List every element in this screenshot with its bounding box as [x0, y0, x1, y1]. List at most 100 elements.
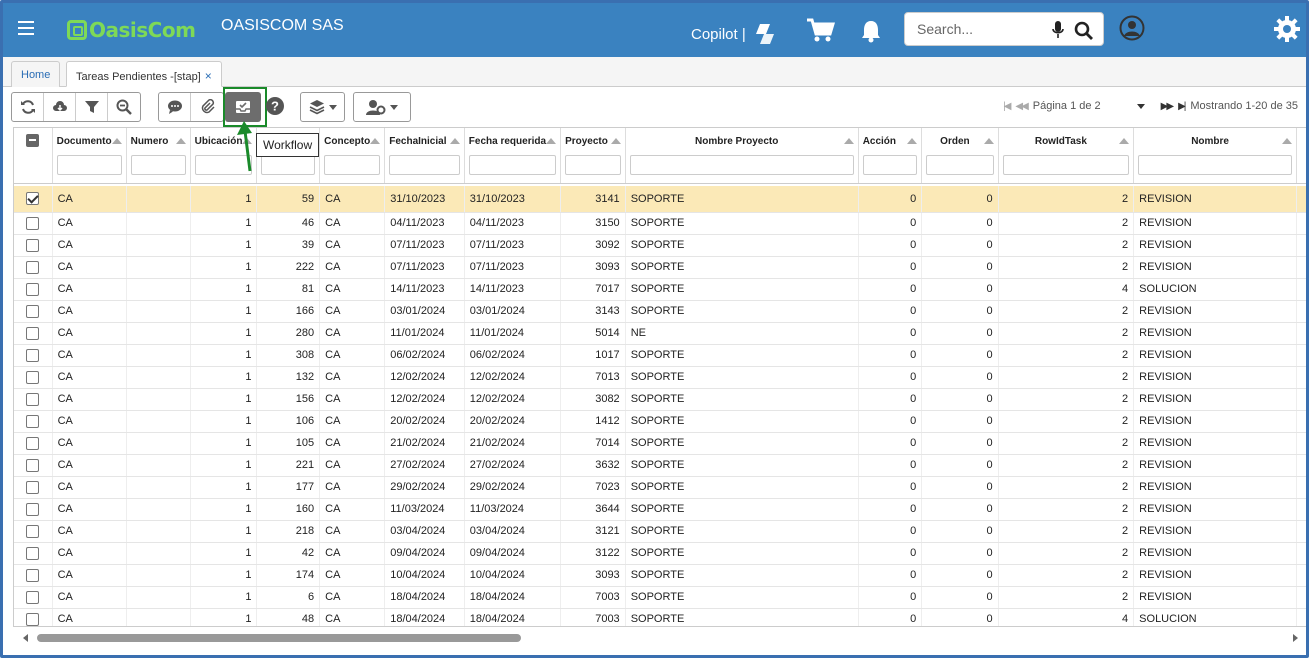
row-select-cell[interactable] [14, 186, 53, 213]
table-row[interactable]: CA 1 46 CA 04/11/2023 04/11/2023 3150 SOPORTE 0 0… [14, 212, 1306, 235]
column-filter-input[interactable] [629, 155, 854, 175]
row-select-cell[interactable] [14, 212, 53, 235]
column-header[interactable]: Documento [52, 128, 127, 184]
table-row[interactable]: CA 1 106 CA 20/02/2024 20/02/2024 1412 SOPORTE 0… [14, 410, 1306, 433]
row-checkbox[interactable] [26, 304, 40, 318]
tab-close-icon[interactable]: × [205, 69, 212, 83]
sort-icon[interactable] [546, 138, 557, 144]
row-checkbox[interactable] [26, 192, 40, 206]
select-all-header[interactable] [14, 128, 53, 184]
scroll-left-icon[interactable] [23, 634, 28, 642]
column-header[interactable]: Proyecto [560, 128, 626, 184]
row-select-cell[interactable] [14, 476, 53, 499]
table-row[interactable]: CA 1 280 CA 11/01/2024 11/01/2024 5014 NE 0 0 2 REV… [14, 322, 1306, 345]
table-row[interactable]: CA 1 221 CA 27/02/2024 27/02/2024 3632 SOPORTE 0… [14, 454, 1306, 477]
sort-icon[interactable] [370, 138, 381, 144]
row-select-cell[interactable] [14, 388, 53, 411]
settings-gear-icon[interactable] [1273, 15, 1301, 43]
column-header[interactable]: Concepto [319, 128, 386, 184]
row-checkbox[interactable] [26, 568, 40, 582]
horizontal-scrollbar[interactable] [13, 629, 1303, 647]
table-row[interactable]: CA 1 59 CA 31/10/2023 31/10/2023 3141 SOPORTE 0 0… [14, 186, 1306, 213]
column-filter-input[interactable] [862, 155, 918, 175]
row-checkbox[interactable] [26, 414, 40, 428]
search-icon[interactable] [1074, 21, 1094, 41]
column-filter-input[interactable] [324, 155, 381, 175]
row-select-cell[interactable] [14, 586, 53, 609]
sort-icon[interactable] [111, 138, 122, 144]
select-all-checkbox[interactable] [26, 134, 40, 147]
column-filter-input[interactable] [468, 155, 557, 175]
row-select-cell[interactable] [14, 498, 53, 521]
search-input[interactable] [917, 21, 1047, 37]
row-checkbox[interactable] [26, 238, 40, 252]
row-select-cell[interactable] [14, 366, 53, 389]
row-checkbox[interactable] [26, 392, 40, 406]
menu-icon[interactable] [18, 21, 34, 35]
column-header[interactable]: FechaInicial [384, 128, 465, 184]
column-header[interactable]: Orden [921, 128, 999, 184]
tab-home[interactable]: Home [11, 61, 61, 87]
scroll-right-icon[interactable] [1293, 634, 1298, 642]
row-checkbox[interactable] [26, 348, 40, 362]
row-select-cell[interactable] [14, 256, 53, 279]
table-row[interactable]: CA 1 156 CA 12/02/2024 12/02/2024 3082 SOPORTE 0… [14, 388, 1306, 411]
column-header[interactable]: RowIdTask [998, 128, 1135, 184]
table-row[interactable]: CA 1 81 CA 14/11/2023 14/11/2023 7017 SOPORTE 0 0… [14, 278, 1306, 301]
column-filter-input[interactable] [565, 155, 621, 175]
row-select-cell[interactable] [14, 322, 53, 345]
row-select-cell[interactable] [14, 432, 53, 455]
zoom-out-button[interactable] [108, 93, 140, 121]
column-header[interactable]: Acción [858, 128, 923, 184]
table-row[interactable]: CA 1 222 CA 07/11/2023 07/11/2023 3093 SOPORTE 0… [14, 256, 1306, 279]
column-filter-input[interactable] [56, 155, 122, 175]
table-row[interactable]: CA 1 39 CA 07/11/2023 07/11/2023 3092 SOPORTE 0 0… [14, 234, 1306, 257]
row-checkbox[interactable] [26, 436, 40, 450]
download-button[interactable] [44, 93, 76, 121]
row-checkbox[interactable] [26, 546, 40, 560]
row-select-cell[interactable] [14, 564, 53, 587]
table-row[interactable]: CA 1 105 CA 21/02/2024 21/02/2024 7014 SOPORTE 0… [14, 432, 1306, 455]
row-select-cell[interactable] [14, 520, 53, 543]
layers-dropdown[interactable] [300, 92, 345, 122]
workflow-button[interactable] [225, 92, 261, 122]
sort-icon[interactable] [1119, 138, 1130, 144]
row-checkbox[interactable] [26, 260, 40, 274]
column-header[interactable]: Nombre [1133, 128, 1297, 184]
table-row[interactable]: CA 1 174 CA 10/04/2024 10/04/2024 3093 SOPORTE 0… [14, 564, 1306, 587]
first-page-icon[interactable]: |◀ [1003, 101, 1011, 112]
row-checkbox[interactable] [26, 612, 40, 626]
sort-icon[interactable] [449, 138, 460, 144]
sort-icon[interactable] [1282, 138, 1292, 144]
logo[interactable]: OasisCom [67, 18, 196, 42]
row-select-cell[interactable] [14, 410, 53, 433]
sort-icon[interactable] [610, 138, 621, 144]
prev-page-icon[interactable]: ◀◀ [1015, 101, 1028, 112]
notifications-bell-icon[interactable] [860, 19, 882, 43]
table-row[interactable]: CA 1 166 CA 03/01/2024 03/01/2024 3143 SOPORTE 0… [14, 300, 1306, 323]
table-row[interactable]: CA 1 132 CA 12/02/2024 12/02/2024 7013 SOPORTE 0… [14, 366, 1306, 389]
table-row[interactable]: CA 1 308 CA 06/02/2024 06/02/2024 1017 SOPORTE 0… [14, 344, 1306, 367]
column-filter-input[interactable] [926, 155, 994, 175]
table-row[interactable]: CA 1 177 CA 29/02/2024 29/02/2024 7023 SOPORTE 0… [14, 476, 1306, 499]
table-row[interactable]: CA 1 160 CA 11/03/2024 11/03/2024 3644 SOPORTE 0… [14, 498, 1306, 521]
sort-icon[interactable] [175, 138, 186, 144]
row-checkbox[interactable] [26, 282, 40, 296]
row-checkbox[interactable] [26, 216, 40, 230]
sort-icon[interactable] [907, 138, 918, 144]
row-select-cell[interactable] [14, 542, 53, 565]
refresh-button[interactable] [12, 93, 44, 121]
page-select-chevron-icon[interactable] [1136, 103, 1145, 109]
row-select-cell[interactable] [14, 454, 53, 477]
sort-icon[interactable] [843, 138, 854, 144]
cart-icon[interactable] [805, 16, 835, 44]
tab-tareas-pendientes[interactable]: Tareas Pendientes -[stap] × [66, 61, 222, 87]
table-row[interactable]: CA 1 218 CA 03/04/2024 03/04/2024 3121 SOPORTE 0… [14, 520, 1306, 543]
user-settings-dropdown[interactable] [353, 92, 411, 122]
table-row[interactable]: CA 1 48 CA 18/04/2024 18/04/2024 7003 SOPORTE 0 0… [14, 608, 1306, 626]
column-header[interactable]: Numero [126, 128, 191, 184]
row-checkbox[interactable] [26, 326, 40, 340]
next-page-icon[interactable]: ▶▶ [1161, 101, 1174, 112]
row-checkbox[interactable] [26, 502, 40, 516]
row-select-cell[interactable] [14, 608, 53, 626]
